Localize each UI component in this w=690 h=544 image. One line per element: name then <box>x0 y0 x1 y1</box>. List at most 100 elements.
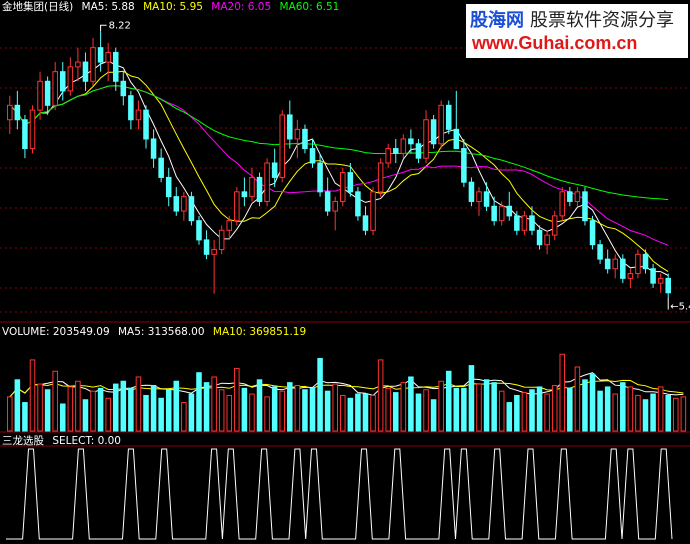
candle-up <box>657 277 664 284</box>
watermark-slogan: 股票软件资源分享 <box>530 10 674 31</box>
volume-bar-down <box>582 379 588 432</box>
volume-ma5-label: MA5: 313568.00 <box>117 326 205 338</box>
stock-title: 金地集团(日线) <box>2 1 74 13</box>
indicator-header: 三龙选股 SELECT: 0.00 <box>2 435 126 447</box>
volume-bar-up <box>7 396 13 432</box>
candle-up <box>340 172 346 202</box>
candle-down <box>589 220 596 246</box>
volume-bar-down <box>188 393 195 432</box>
candle-down <box>642 253 649 270</box>
candle-down <box>604 258 611 270</box>
volume-bar-up <box>673 397 679 432</box>
watermark-url: www.Guhai.com.cn <box>472 33 638 53</box>
candle-down <box>324 191 331 212</box>
candle-down <box>59 71 66 92</box>
volume-bar-up <box>332 383 338 432</box>
volume-bar-down <box>324 390 331 432</box>
volume-bar-down <box>589 373 596 432</box>
candle-down <box>529 215 535 231</box>
candle-down <box>97 47 104 63</box>
candle-down <box>112 51 119 82</box>
candle-down <box>317 162 323 193</box>
volume-bar-up <box>635 394 641 432</box>
candle-down <box>536 229 543 246</box>
watermark-brand: 股海网 <box>470 10 524 31</box>
ma5-line <box>9 60 669 276</box>
volume-bar-down <box>143 394 149 432</box>
candle-up <box>29 109 36 150</box>
volume-bar-down <box>536 386 543 432</box>
candle-down <box>14 104 21 121</box>
candle-up <box>476 191 482 202</box>
volume-bar-up <box>370 394 376 432</box>
candle-down <box>453 128 460 150</box>
candle-up <box>627 273 634 279</box>
volume-bar-down <box>97 387 104 432</box>
candle-down <box>287 114 293 140</box>
candle-up <box>559 191 566 217</box>
volume-bar-down <box>355 393 361 432</box>
candle-up <box>544 234 550 246</box>
select-signal-line <box>6 448 673 540</box>
candle-up <box>249 176 255 198</box>
candle-up <box>377 162 384 193</box>
candle-up <box>423 119 429 159</box>
volume-bar-down <box>120 380 127 432</box>
candle-up <box>498 205 505 222</box>
volume-bar-up <box>90 390 96 432</box>
candle-down <box>82 61 89 82</box>
volume-bar-up <box>234 367 240 432</box>
candle-up <box>332 200 338 212</box>
moving-average-lines <box>9 60 669 276</box>
volume-bar-up <box>627 386 634 432</box>
candle-down <box>128 95 134 121</box>
candle-up <box>90 47 96 82</box>
volume-bar-down <box>430 399 437 432</box>
candle-down <box>597 244 603 260</box>
candle-down <box>241 191 248 198</box>
price-annotations: 8.22 ←5.49 <box>100 20 690 313</box>
candle-down <box>203 239 210 255</box>
candle-down <box>468 181 475 202</box>
volume-bar-up <box>75 380 81 432</box>
volume-bar-up <box>559 353 566 432</box>
volume-ma10-label: MA10: 369851.19 <box>212 326 307 338</box>
watermark-logo: 股海网 股票软件资源分享 www.Guhai.com.cn <box>466 4 688 58</box>
ma20-line <box>9 85 669 246</box>
stock-chart: 8.22 ←5.49 <box>0 20 690 540</box>
high-marker <box>100 24 107 32</box>
candle-up <box>294 128 301 140</box>
volume-bar-up <box>400 382 407 432</box>
volume-bar-down <box>491 382 497 432</box>
candle-down <box>514 215 520 231</box>
volume-bar-down <box>642 399 649 432</box>
volume-bar-down <box>453 387 460 432</box>
volume-bars <box>7 353 687 432</box>
indicator-line <box>6 448 673 540</box>
candle-down <box>415 143 422 159</box>
candle-down <box>309 148 316 164</box>
ma20-label: MA20: 6.05 <box>211 1 272 13</box>
volume-bar-down <box>14 379 21 432</box>
volume-bar-up <box>211 376 217 432</box>
volume-bar-down <box>196 372 202 432</box>
volume-bar-up <box>249 393 255 432</box>
candle-down <box>362 215 369 231</box>
candle-up <box>181 196 187 212</box>
volume-bar-down <box>567 387 573 432</box>
candle-down <box>483 191 490 207</box>
candle-up <box>7 104 13 121</box>
volume-bar-down <box>112 383 119 432</box>
candle-down <box>188 196 195 222</box>
candle-down <box>445 104 452 130</box>
candle-down <box>256 176 263 202</box>
candle-down <box>665 277 671 294</box>
volume-bar-up <box>377 359 384 432</box>
volume-bar-down <box>347 397 354 432</box>
volume-bar-up <box>29 359 36 432</box>
volume-bar-up <box>521 392 528 432</box>
volume-bar-up <box>476 383 482 432</box>
volume-bar-up <box>218 389 225 432</box>
volume-bar-down <box>150 385 157 432</box>
select-label: SELECT: 0.00 <box>52 435 121 447</box>
